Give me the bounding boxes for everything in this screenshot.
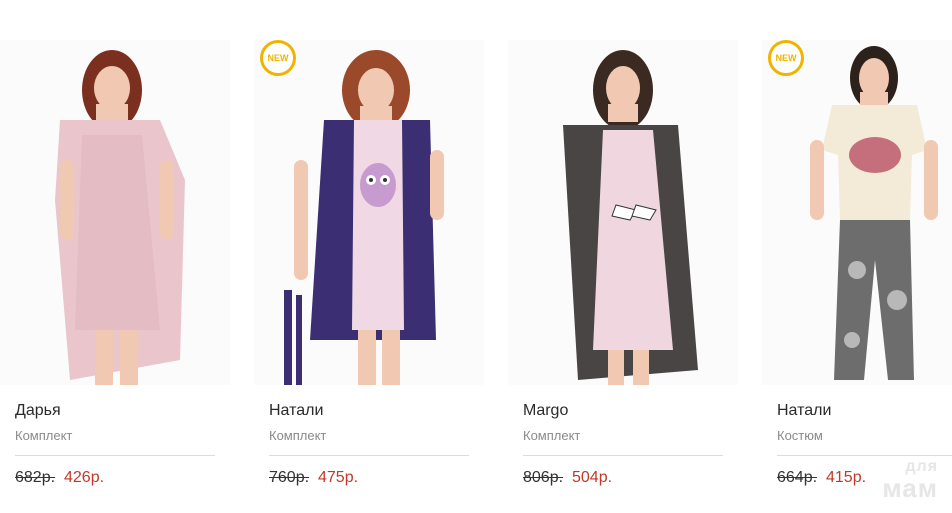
product-name[interactable]: Margo (523, 402, 568, 420)
watermark-line2: мам (882, 473, 938, 503)
old-price: 664р. (777, 469, 818, 486)
product-image[interactable] (508, 40, 738, 385)
product-name[interactable]: Натали (777, 402, 831, 420)
divider (269, 455, 469, 456)
product-card[interactable]: NEW Натали Костюм 664р. 415р. (762, 0, 952, 513)
sale-price: 504р. (572, 469, 613, 486)
product-grid: Дарья Комплект 682р. 426р. NEW Натали Ко… (0, 0, 952, 513)
product-type: Комплект (523, 428, 581, 443)
divider (777, 455, 952, 456)
product-card[interactable]: NEW Натали Комплект 760р. 475р. (254, 0, 484, 513)
product-card[interactable]: Дарья Комплект 682р. 426р. (0, 0, 230, 513)
product-image[interactable] (762, 40, 952, 385)
product-image[interactable] (0, 40, 230, 385)
old-price: 760р. (269, 469, 310, 486)
watermark-logo: для мам (882, 459, 938, 503)
product-type: Комплект (15, 428, 73, 443)
old-price: 682р. (15, 469, 56, 486)
product-name[interactable]: Дарья (15, 402, 61, 420)
product-name[interactable]: Натали (269, 402, 323, 420)
product-card[interactable]: Margo Комплект 806р. 504р. (508, 0, 738, 513)
divider (15, 455, 215, 456)
sale-price: 426р. (64, 469, 105, 486)
product-image[interactable] (254, 40, 484, 385)
new-badge: NEW (768, 40, 804, 76)
sale-price: 475р. (318, 469, 359, 486)
old-price: 806р. (523, 469, 564, 486)
sale-price: 415р. (826, 469, 867, 486)
divider (523, 455, 723, 456)
product-type: Костюм (777, 428, 823, 443)
product-type: Комплект (269, 428, 327, 443)
new-badge: NEW (260, 40, 296, 76)
